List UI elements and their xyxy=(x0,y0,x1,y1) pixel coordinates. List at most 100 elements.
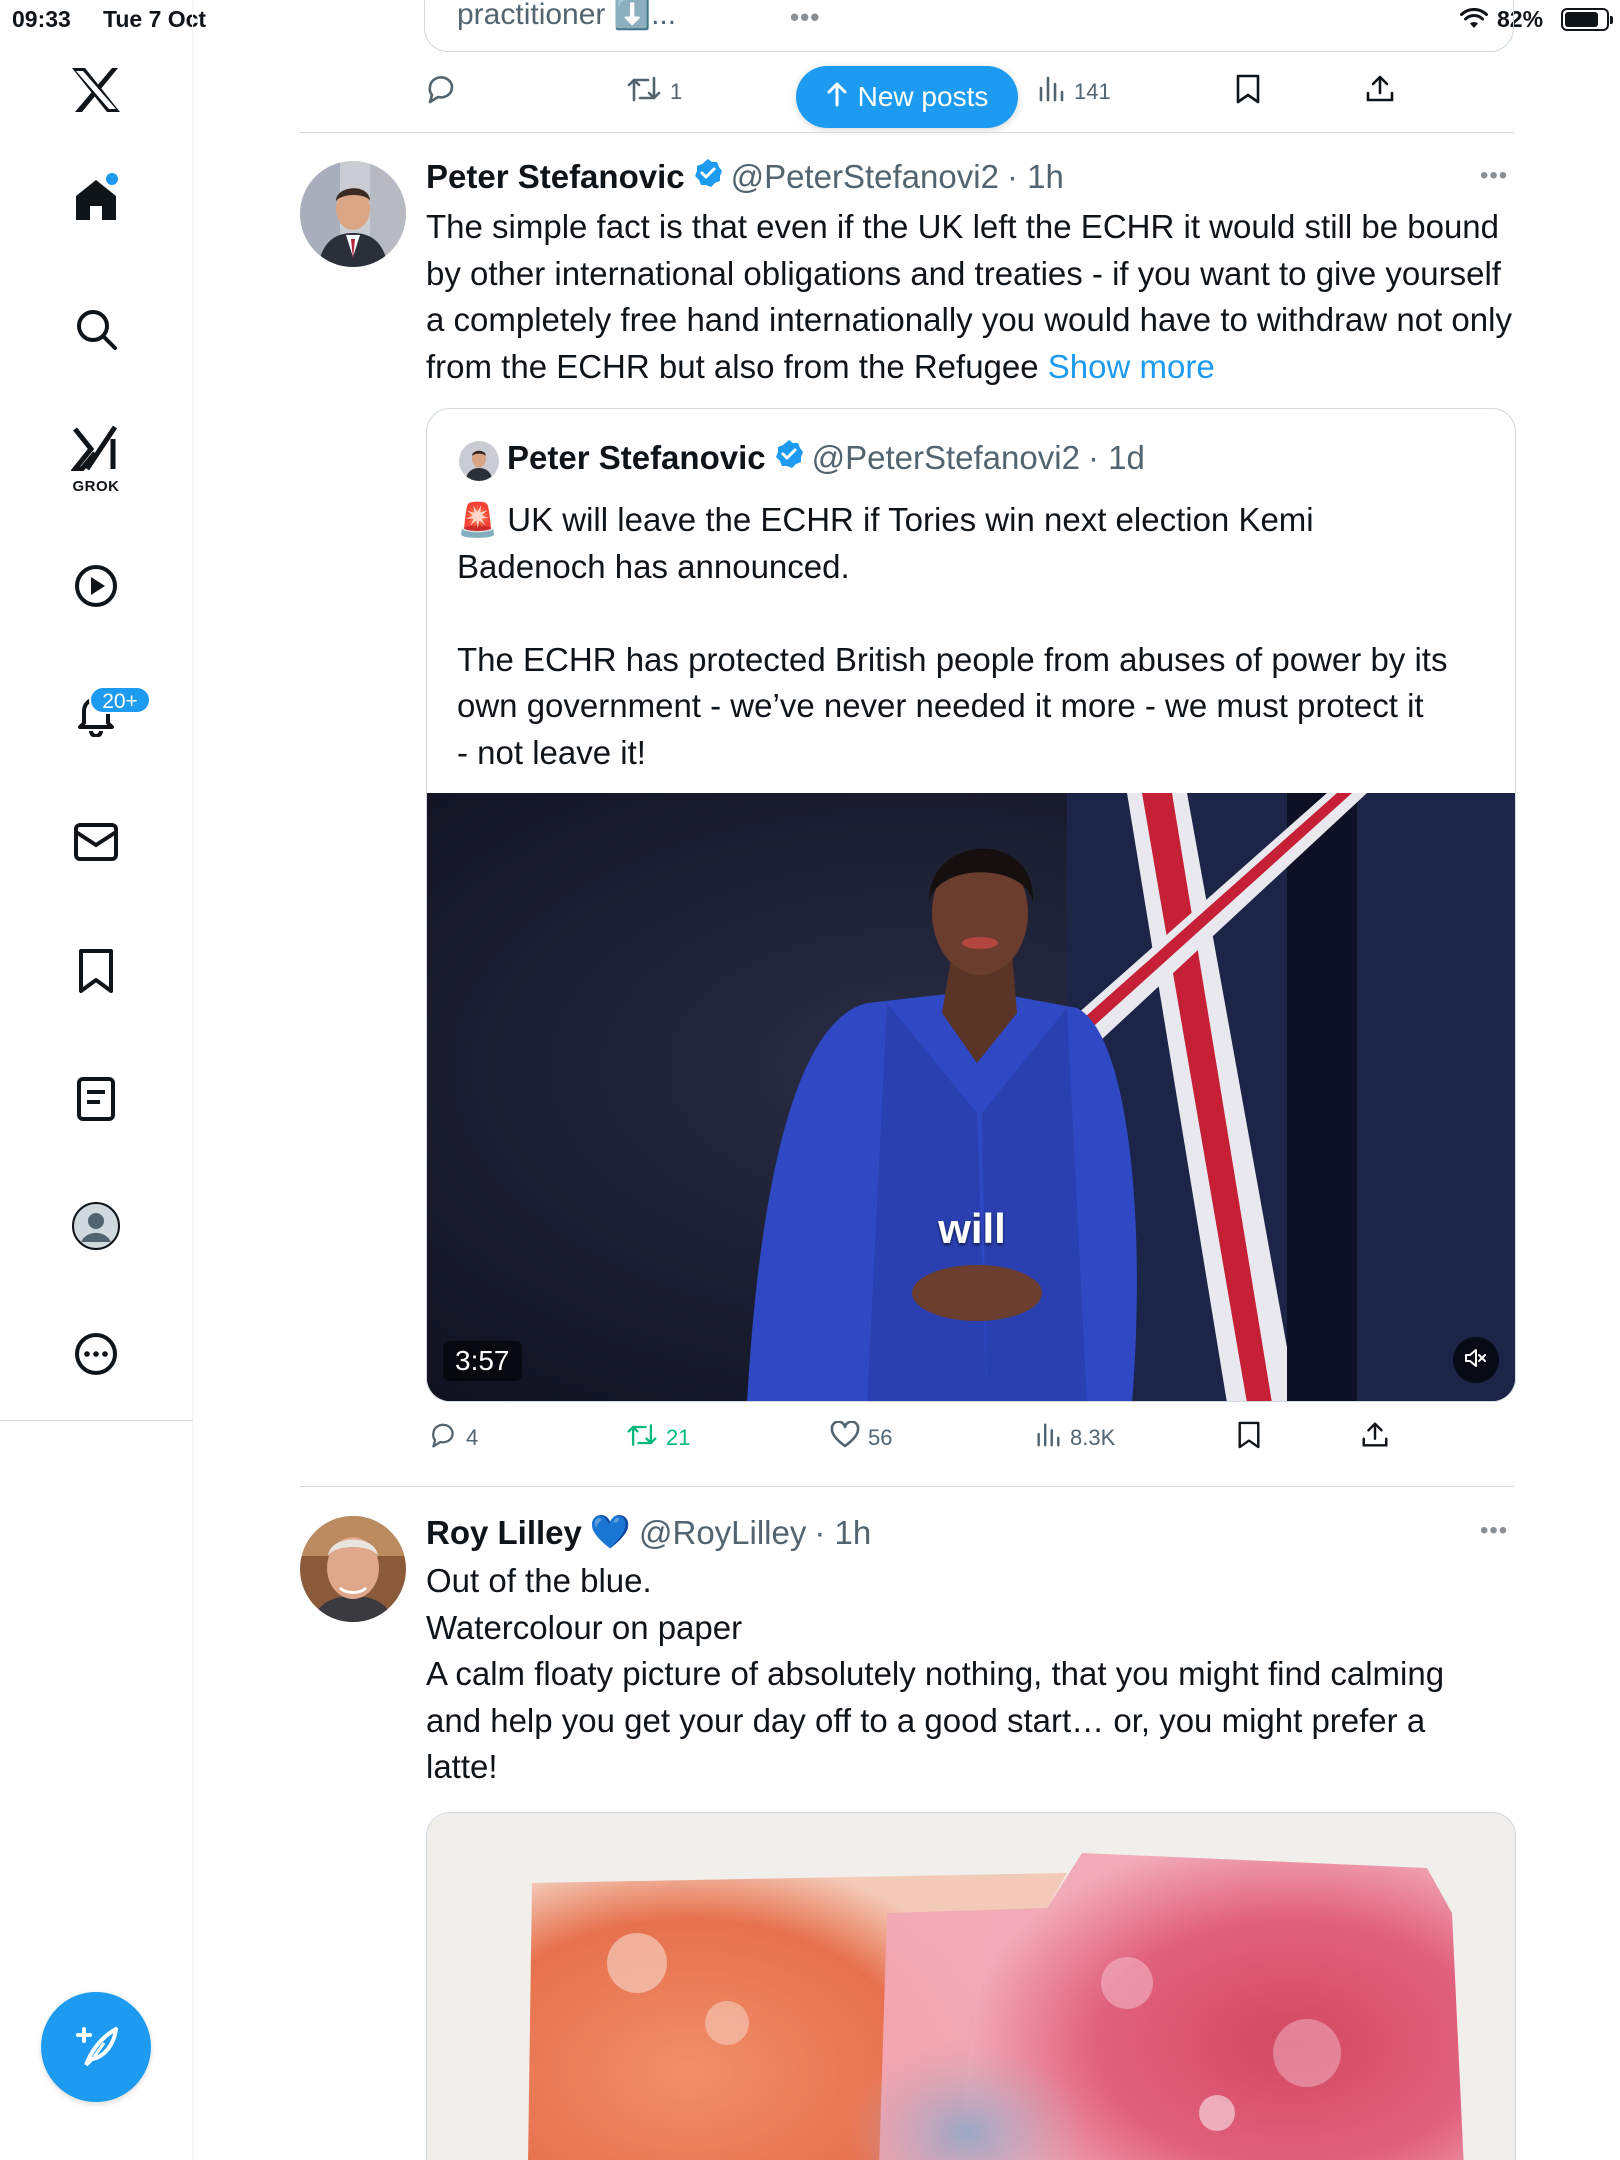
tweet-text: Out of the blue. Watercolour on paper A … xyxy=(426,1558,1516,1791)
new-posts-label: New posts xyxy=(857,81,989,112)
sidebar-item-more[interactable] xyxy=(66,1326,126,1386)
list-icon xyxy=(76,1076,116,1127)
mute-icon xyxy=(1464,1347,1488,1374)
views-icon xyxy=(1034,1421,1062,1455)
x-logo-icon[interactable] xyxy=(66,60,126,120)
sidebar-item-explore[interactable] xyxy=(66,301,126,361)
views-count: 8.3K xyxy=(1070,1425,1116,1450)
sidebar-divider xyxy=(0,1420,193,1421)
share-button[interactable] xyxy=(1364,70,1396,114)
more-icon xyxy=(73,1331,119,1382)
retweet-button[interactable]: 1 xyxy=(626,70,682,114)
quoted-text: 🚨 UK will leave the ECHR if Tories win n… xyxy=(457,497,1487,776)
new-posts-button[interactable]: New posts xyxy=(796,66,1018,128)
sidebar: GROK 20+ xyxy=(0,0,193,2160)
share-icon xyxy=(1360,1420,1390,1456)
home-unread-dot xyxy=(106,173,118,185)
tweet-more-icon[interactable]: ••• xyxy=(1480,1517,1508,1545)
author-handle[interactable]: @RoyLilley xyxy=(639,1514,806,1552)
arrow-up-icon xyxy=(826,81,848,114)
video-duration: 3:57 xyxy=(443,1341,522,1381)
views-button[interactable]: 141 xyxy=(1036,70,1111,114)
watercolour-image xyxy=(427,1813,1515,2160)
compose-button[interactable] xyxy=(41,1992,151,2102)
previous-quote-card[interactable]: practitioner ⬇️... xyxy=(424,0,1514,52)
quoted-tweet-time: · 1d xyxy=(1087,439,1145,476)
author-name[interactable]: Roy Lilley xyxy=(426,1514,582,1552)
quoted-text-line: - not leave it! xyxy=(457,733,646,771)
tweet-time[interactable]: · 1h xyxy=(1007,158,1064,196)
tweet-text-body: The simple fact is that even if the UK l… xyxy=(426,208,1512,385)
tweet-header: Peter Stefanovic @PeterStefanovi2 · 1h xyxy=(426,158,1064,196)
mail-icon xyxy=(73,822,119,867)
bookmark-button[interactable] xyxy=(1234,70,1262,114)
notification-badge: 20+ xyxy=(89,686,151,714)
quoted-text-line xyxy=(457,590,1487,637)
tweet-text: The simple fact is that even if the UK l… xyxy=(426,204,1516,390)
tweet-time[interactable]: · 1h xyxy=(814,1514,871,1552)
video-frame xyxy=(427,793,1515,1401)
profile-icon xyxy=(71,1201,121,1256)
sidebar-item-video[interactable] xyxy=(66,558,126,618)
tweet-more-icon[interactable]: ••• xyxy=(1480,162,1508,190)
tweet-header: Roy Lilley 💙 @RoyLilley · 1h xyxy=(426,1513,871,1552)
quoted-tweet[interactable]: Peter Stefanovic @PeterStefanovi2 · 1d 🚨… xyxy=(426,408,1516,1402)
tweet-divider xyxy=(300,132,1514,133)
name-emoji: 💙 xyxy=(589,1513,631,1550)
sidebar-item-profile[interactable] xyxy=(66,1198,126,1258)
mute-button[interactable] xyxy=(1453,1337,1499,1383)
sidebar-item-messages[interactable] xyxy=(66,814,126,874)
avatar[interactable] xyxy=(300,1516,406,1622)
bookmark-icon xyxy=(1234,73,1262,111)
verified-badge-icon xyxy=(693,158,723,196)
retweet-count: 1 xyxy=(670,79,683,104)
sidebar-item-bookmarks[interactable] xyxy=(66,943,126,1003)
retweet-icon xyxy=(626,74,662,110)
play-icon xyxy=(73,563,119,614)
show-more-link[interactable]: Show more xyxy=(1048,348,1215,385)
like-button[interactable]: 56 xyxy=(830,1416,892,1460)
compose-icon xyxy=(70,2019,122,2076)
reply-icon xyxy=(428,1421,458,1455)
share-icon xyxy=(1364,73,1396,111)
previous-quote-snippet: practitioner ⬇️... xyxy=(457,0,677,31)
retweet-count: 21 xyxy=(666,1425,691,1450)
tweet-text-line: latte! xyxy=(426,1748,498,1785)
quoted-header: Peter Stefanovic @PeterStefanovi2 · 1d xyxy=(507,439,1145,477)
search-icon xyxy=(74,307,118,356)
tweet-text-line: Out of the blue. xyxy=(426,1562,652,1599)
like-count: 56 xyxy=(868,1425,893,1450)
reply-count: 4 xyxy=(466,1425,479,1450)
tweet-text-line: and help you get your day off to a good … xyxy=(426,1701,1426,1739)
video-player[interactable]: will 3:57 xyxy=(427,793,1515,1401)
verified-badge-icon xyxy=(774,439,804,477)
bookmark-icon xyxy=(77,948,115,999)
reply-icon xyxy=(424,73,458,111)
quoted-text-line: The ECHR has protected British people fr… xyxy=(457,640,1448,678)
views-button[interactable]: 8.3K xyxy=(1034,1416,1115,1460)
reply-button[interactable] xyxy=(424,70,458,114)
author-name[interactable]: Peter Stefanovic xyxy=(426,158,685,196)
grok-label: GROK xyxy=(72,478,120,495)
tweet-divider xyxy=(300,1486,1514,1487)
retweet-button[interactable]: 21 xyxy=(626,1416,690,1460)
quoted-avatar xyxy=(459,441,499,481)
quoted-author-name: Peter Stefanovic xyxy=(507,439,766,476)
sidebar-item-grok[interactable] xyxy=(66,420,126,480)
retweet-icon xyxy=(626,1421,658,1455)
views-count: 141 xyxy=(1074,79,1111,104)
heart-icon xyxy=(830,1420,860,1455)
bookmark-button[interactable] xyxy=(1236,1416,1262,1460)
avatar[interactable] xyxy=(300,161,406,267)
tweet-image[interactable] xyxy=(426,1812,1516,2160)
author-handle[interactable]: @PeterStefanovi2 xyxy=(731,158,999,196)
tweet-text-line: A calm floaty picture of absolutely noth… xyxy=(426,1655,1445,1692)
tweet-text-line: Watercolour on paper xyxy=(426,1608,743,1646)
views-icon xyxy=(1036,74,1066,110)
reply-button[interactable]: 4 xyxy=(428,1416,478,1460)
tweet-actions: 4 21 56 8.3K xyxy=(424,1416,1514,1460)
quoted-text-line: Badenoch has announced. xyxy=(457,547,850,585)
grok-icon xyxy=(69,425,121,476)
share-button[interactable] xyxy=(1360,1416,1390,1460)
sidebar-item-lists[interactable] xyxy=(66,1071,126,1131)
